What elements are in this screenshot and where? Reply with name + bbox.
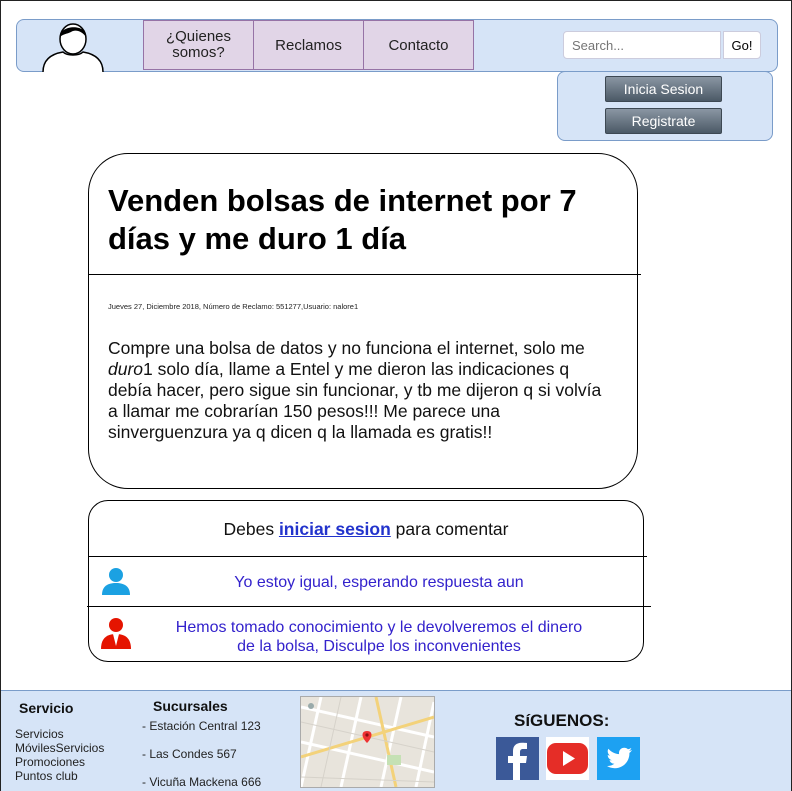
footer-servicio-link[interactable]: Puntos club: [15, 769, 78, 783]
footer-sucursal-item: - Las Condes 567: [142, 747, 237, 761]
map-image: [301, 697, 434, 787]
comment-login-prompt: Debes iniciar sesion para comentar: [223, 519, 509, 539]
footer-sucursal-item: - Vicuña Mackena 666: [142, 775, 262, 789]
facebook-icon[interactable]: [496, 737, 539, 780]
footer-servicio-link[interactable]: MóvilesServicios: [15, 741, 104, 755]
user-icon: [102, 568, 130, 595]
twitter-icon[interactable]: [597, 737, 640, 780]
complaint-body: Compre una bolsa de datos y no funciona …: [108, 338, 602, 442]
register-button[interactable]: Registrate: [605, 108, 722, 134]
auth-panel: Inicia Sesion Registrate: [557, 71, 773, 141]
follow-us-heading: SíGUENOS:: [514, 711, 610, 730]
search-input[interactable]: [563, 31, 721, 59]
youtube-icon[interactable]: [546, 737, 589, 780]
footer-servicio-heading: Servicio: [19, 700, 74, 716]
comment-divider: [89, 556, 647, 557]
complaint-meta: Jueves 27, Diciembre 2018, Número de Rec…: [108, 302, 359, 311]
user-avatar-icon[interactable]: [41, 20, 105, 72]
footer-sucursales-heading: Sucursales: [153, 698, 228, 714]
login-link[interactable]: iniciar sesion: [279, 519, 391, 539]
top-navbar: ¿Quienes somos? Reclamos Contacto Go!: [16, 19, 778, 72]
comments-panel: Debes iniciar sesion para comentar Yo es…: [87, 500, 651, 662]
nav-quienes-somos[interactable]: ¿Quienes somos?: [143, 20, 254, 70]
login-button[interactable]: Inicia Sesion: [605, 76, 722, 102]
staff-icon: [101, 618, 131, 649]
nav-contacto[interactable]: Contacto: [363, 20, 474, 70]
comment-divider: [87, 606, 651, 607]
comment-text: Yo estoy igual, esperando respuesta aun: [234, 574, 524, 591]
nav-reclamos[interactable]: Reclamos: [253, 20, 364, 70]
footer-sucursal-item: - Estación Central 123: [142, 719, 261, 733]
complaint-title: Venden bolsas de internet por 7 días y m…: [108, 183, 577, 256]
search-go-button[interactable]: Go!: [723, 31, 761, 59]
map-thumbnail[interactable]: [300, 696, 435, 788]
footer-servicio-link[interactable]: Servicios: [15, 727, 64, 741]
card-divider: [89, 274, 641, 275]
complaint-card: Venden bolsas de internet por 7 días y m…: [88, 153, 641, 489]
footer-servicio-link[interactable]: Promociones: [15, 755, 85, 769]
footer: Servicio Servicios MóvilesServicios Prom…: [1, 690, 791, 791]
comment-text: Hemos tomado conocimiento y le devolvere…: [175, 619, 583, 655]
